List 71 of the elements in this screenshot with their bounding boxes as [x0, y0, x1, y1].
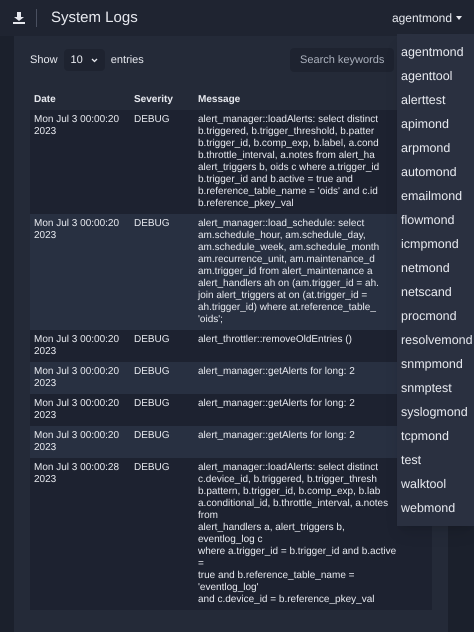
menu-item[interactable]: procmond	[397, 304, 474, 328]
message-line: am.schedule_week, am.schedule_month	[198, 242, 380, 254]
caret-icon	[456, 16, 462, 20]
chevron-icon	[90, 58, 98, 62]
message-line: am.trigger_id from alert_maintenance a	[198, 266, 374, 278]
table-cell-text: Mon Jul 3 00:00:20 2023	[34, 218, 120, 243]
menu-item[interactable]: webmond	[397, 496, 474, 520]
menu-item[interactable]: alerttest	[397, 88, 474, 112]
message-line: b.reference_pkey_val	[198, 198, 295, 210]
message-line: alert_manager::getAlerts for long: 2	[198, 398, 356, 410]
message-line: ah.trigger_id) where at.reference_table_	[198, 302, 377, 314]
menu-item[interactable]: netmond	[397, 256, 474, 280]
menu-item[interactable]: agenttool	[397, 64, 474, 88]
column-header: Date	[33, 92, 57, 106]
menu-item[interactable]: test	[397, 448, 474, 472]
menu-item[interactable]: emailmond	[397, 184, 474, 208]
menu-item[interactable]: tcpmond	[397, 424, 474, 448]
table-cell-text: DEBUG	[134, 430, 171, 443]
page-size-select[interactable]: 10	[64, 49, 105, 71]
menu-item[interactable]: icmpmond	[397, 232, 474, 256]
message-line: am.recurrence_unit, am.maintenance_d	[198, 254, 376, 266]
message-line: b.reference_table_name = 'oids' and c.id	[198, 186, 379, 198]
message-line: alert_manager::getAlerts for long: 2	[198, 366, 356, 378]
table-cell-text: Mon Jul 3 00:00:20 2023	[34, 430, 120, 454]
table-cell-text: Mon Jul 3 00:00:20 2023	[34, 366, 120, 390]
message-line: b.pattern, b.trigger_id, b.comp_exp, b.lab	[198, 486, 382, 498]
message-line: alert_manager::getAlerts for long: 2	[198, 430, 356, 442]
menu-item[interactable]: walktool	[397, 472, 474, 496]
table-cell-text: DEBUG	[134, 218, 171, 231]
message-line: alert_manager::loadAlerts: select distinct	[198, 114, 380, 126]
message-line: alert_triggers b, oids c where a.trigger_id	[198, 162, 380, 174]
menu-item[interactable]: agentmond	[397, 40, 474, 64]
message-line: alert_throttler::removeOldEntries ()	[198, 334, 353, 346]
message-line: 'oids';	[198, 314, 224, 326]
message-line: alert_manager::load_schedule: select	[198, 218, 366, 230]
message-line: b.trigger_id and b.active = true and	[198, 174, 354, 186]
search-field[interactable]: Search keywords	[290, 48, 394, 72]
menu-item[interactable]: arpmond	[397, 136, 474, 160]
table-cell-text: Mon Jul 3 00:00:20 2023	[34, 334, 120, 358]
menu-item[interactable]: snmpmond	[397, 352, 474, 376]
message-line: b.throttle_interval, a.notes from alert_ha	[198, 150, 376, 162]
table-cell-text: DEBUG	[134, 114, 171, 127]
download-icon[interactable]	[12, 11, 26, 25]
menu-item[interactable]: netscand	[397, 280, 474, 304]
message-line: join alert_triggers at on (at.trigger_id =	[198, 290, 368, 302]
table-cell-text: Mon Jul 3 00:00:20 2023	[34, 114, 120, 139]
menu-item[interactable]: syslogmond	[397, 400, 474, 424]
menu-item[interactable]: resolvemond	[397, 328, 474, 352]
page-title: System Logs	[51, 8, 138, 28]
column-header: Severity	[133, 92, 174, 106]
message-line: am.schedule_hour, am.schedule_day,	[198, 230, 367, 242]
table-cell-text: DEBUG	[134, 366, 171, 379]
message-line: alert_handlers ah on (am.trigger_id = ah.	[198, 278, 380, 290]
table-cell-text: DEBUG	[134, 462, 171, 475]
message-line: and c.device_id = b.reference_pkey_val	[198, 594, 376, 606]
table-cell-text: Mon Jul 3 00:00:28 2023	[34, 462, 120, 487]
message-line: alert_manager::loadAlerts: select distinct	[198, 462, 380, 474]
message-line: b.triggered, b.trigger_threshold, b.patter	[198, 126, 376, 138]
show-label: Show	[30, 52, 58, 68]
message-line: b.trigger_id, b.comp_exp, b.label, a.cond	[198, 138, 380, 150]
menu-item[interactable]: flowmond	[397, 208, 474, 232]
table-cell-text: Mon Jul 3 00:00:20 2023	[34, 398, 120, 422]
menu-item[interactable]: apimond	[397, 112, 474, 136]
user-menu[interactable]: agentmond	[392, 9, 462, 27]
table-cell-text: DEBUG	[134, 334, 171, 347]
table-cell-text: DEBUG	[134, 398, 171, 411]
menu-item[interactable]: snmptest	[397, 376, 474, 400]
entries-label: entries	[110, 52, 144, 68]
column-header: Message	[197, 92, 242, 106]
menu-item[interactable]: automond	[397, 160, 474, 184]
message-line: c.device_id, b.triggered, b.trigger_thresh	[198, 474, 378, 486]
